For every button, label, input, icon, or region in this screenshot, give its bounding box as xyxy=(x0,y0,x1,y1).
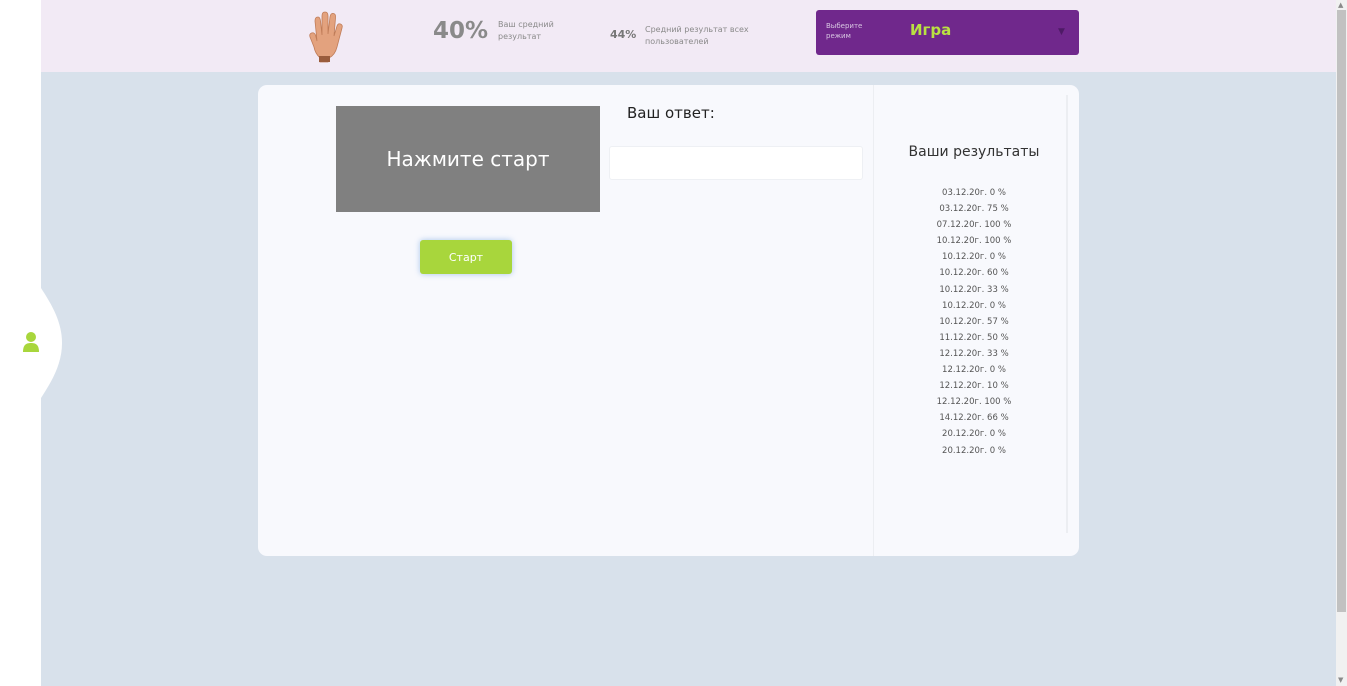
results-title: Ваши результаты xyxy=(908,144,1040,160)
result-item: 10.12.20г. 33 % xyxy=(939,284,1009,295)
scroll-up-icon[interactable]: ▲ xyxy=(1338,1,1343,9)
scroll-down-icon[interactable]: ▼ xyxy=(1338,676,1343,684)
user-icon[interactable] xyxy=(22,331,40,357)
scrollbar-thumb[interactable] xyxy=(1337,10,1346,612)
results-list: 03.12.20г. 0 % 03.12.20г. 75 % 07.12.20г… xyxy=(874,185,1074,459)
result-item: 12.12.20г. 33 % xyxy=(939,348,1009,359)
result-item: 07.12.20г. 100 % xyxy=(936,220,1012,231)
result-item: 10.12.20г. 100 % xyxy=(936,236,1012,247)
mode-select[interactable]: Выберите режим Игра ▼ xyxy=(816,10,1079,55)
result-item: 12.12.20г. 100 % xyxy=(936,397,1012,408)
answer-input[interactable] xyxy=(609,146,863,180)
result-item: 10.12.20г. 57 % xyxy=(939,316,1009,327)
results-scrollbar[interactable] xyxy=(1066,95,1068,533)
result-item: 20.12.20г. 0 % xyxy=(942,445,1006,456)
result-item: 12.12.20г. 0 % xyxy=(942,365,1006,376)
start-button[interactable]: Старт xyxy=(420,240,512,274)
game-display: Нажмите старт xyxy=(336,106,600,212)
result-item: 03.12.20г. 75 % xyxy=(939,204,1009,215)
result-item: 11.12.20г. 50 % xyxy=(939,332,1009,343)
mode-select-value: Игра xyxy=(910,21,952,39)
all-users-average-label: Средний результат всех пользователей xyxy=(645,25,749,46)
page-scrollbar[interactable]: ▲ ▼ xyxy=(1336,0,1347,686)
result-item: 03.12.20г. 0 % xyxy=(942,188,1006,198)
answer-title: Ваш ответ: xyxy=(627,104,715,122)
top-header: 40% Ваш средний результат 44% Средний ре… xyxy=(41,0,1336,72)
raised-hand-icon xyxy=(308,11,344,67)
game-card: Нажмите старт Старт Ваш ответ: Ваши резу… xyxy=(258,85,1079,556)
main-area: Нажмите старт Старт Ваш ответ: Ваши резу… xyxy=(41,72,1336,686)
result-item: 10.12.20г. 0 % xyxy=(942,300,1006,311)
all-users-average-value: 44% xyxy=(610,28,637,41)
result-item: 10.12.20г. 0 % xyxy=(942,252,1006,263)
user-average-label: Ваш средний результат xyxy=(498,20,554,41)
results-panel: Ваши результаты 03.12.20г. 0 % 03.12.20г… xyxy=(873,85,1079,556)
result-item: 14.12.20г. 66 % xyxy=(939,413,1009,424)
result-item: 20.12.20г. 0 % xyxy=(942,429,1006,440)
mode-select-caption: Выберите режим xyxy=(826,22,863,40)
result-item: 12.12.20г. 10 % xyxy=(939,381,1009,392)
result-item: 10.12.20г. 60 % xyxy=(939,268,1009,279)
user-average-value: 40% xyxy=(433,18,489,44)
triangle-down-icon[interactable]: ▼ xyxy=(1058,27,1065,37)
